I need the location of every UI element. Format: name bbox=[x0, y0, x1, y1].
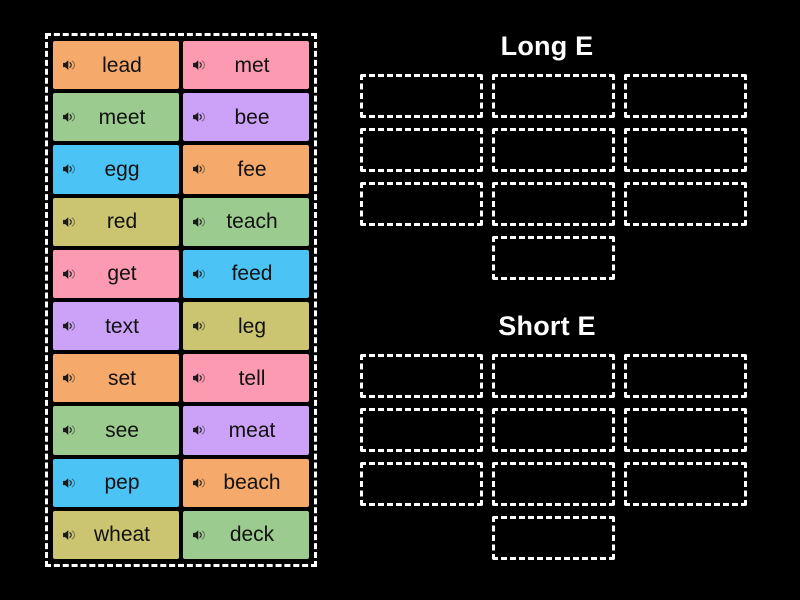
speaker-icon[interactable] bbox=[62, 110, 76, 124]
drop-slot[interactable] bbox=[360, 128, 483, 173]
word-tile[interactable]: beach bbox=[183, 458, 309, 507]
speaker-icon[interactable] bbox=[192, 371, 206, 385]
word-tile-label: meet bbox=[98, 105, 146, 129]
word-tile[interactable]: wheat bbox=[53, 510, 179, 559]
speaker-icon[interactable] bbox=[62, 476, 76, 490]
word-tile-label: leg bbox=[237, 314, 267, 338]
word-tile[interactable]: meat bbox=[183, 406, 309, 455]
word-tile-label: met bbox=[234, 53, 270, 77]
drop-slot[interactable] bbox=[492, 182, 615, 227]
speaker-icon[interactable] bbox=[192, 528, 206, 542]
category-short-e: Short E bbox=[352, 311, 752, 561]
drop-slot[interactable] bbox=[492, 516, 615, 561]
drop-slot[interactable] bbox=[360, 354, 483, 399]
speaker-icon[interactable] bbox=[192, 215, 206, 229]
word-tile[interactable]: meet bbox=[53, 93, 179, 142]
word-tile[interactable]: red bbox=[53, 197, 179, 246]
word-tile[interactable]: get bbox=[53, 249, 179, 298]
word-tile[interactable]: leg bbox=[183, 302, 309, 351]
speaker-icon[interactable] bbox=[192, 110, 206, 124]
speaker-icon[interactable] bbox=[62, 215, 76, 229]
speaker-icon[interactable] bbox=[62, 162, 76, 176]
word-tile[interactable]: egg bbox=[53, 145, 179, 194]
speaker-icon[interactable] bbox=[192, 162, 206, 176]
word-tile-label: bee bbox=[234, 105, 270, 129]
drop-slot[interactable] bbox=[360, 408, 483, 453]
speaker-icon[interactable] bbox=[192, 267, 206, 281]
word-tile[interactable]: teach bbox=[183, 197, 309, 246]
drop-slot[interactable] bbox=[360, 182, 483, 227]
word-tile-label: deck bbox=[229, 523, 275, 547]
speaker-icon[interactable] bbox=[62, 371, 76, 385]
word-tile-label: feed bbox=[231, 262, 273, 286]
word-tile-label: see bbox=[105, 418, 139, 442]
drop-slot[interactable] bbox=[492, 462, 615, 507]
word-tile-label: teach bbox=[226, 210, 278, 234]
speaker-icon[interactable] bbox=[192, 423, 206, 437]
word-tile-label: lead bbox=[102, 53, 142, 77]
drop-slot[interactable] bbox=[624, 462, 747, 507]
speaker-icon[interactable] bbox=[62, 267, 76, 281]
drop-slot[interactable] bbox=[360, 74, 483, 119]
drop-grid-short-e bbox=[360, 354, 752, 507]
word-tile[interactable]: text bbox=[53, 302, 179, 351]
word-tile[interactable]: see bbox=[53, 406, 179, 455]
speaker-icon[interactable] bbox=[62, 528, 76, 542]
drop-slot[interactable] bbox=[624, 128, 747, 173]
word-tile-label: set bbox=[107, 366, 136, 390]
word-tile-label: tell bbox=[238, 366, 266, 390]
drop-slot[interactable] bbox=[492, 128, 615, 173]
speaker-icon[interactable] bbox=[192, 58, 206, 72]
word-tile-label: wheat bbox=[93, 523, 151, 547]
drop-slot[interactable] bbox=[624, 182, 747, 227]
drop-slot[interactable] bbox=[360, 462, 483, 507]
drop-grid-long-e bbox=[360, 74, 752, 227]
word-tile[interactable]: tell bbox=[183, 354, 309, 403]
drop-slot[interactable] bbox=[492, 354, 615, 399]
word-tile-label: meat bbox=[228, 418, 276, 442]
drop-slot[interactable] bbox=[624, 354, 747, 399]
speaker-icon[interactable] bbox=[62, 58, 76, 72]
word-tile-label: egg bbox=[104, 157, 140, 181]
word-tile[interactable]: deck bbox=[183, 510, 309, 559]
category-long-e: Long E bbox=[352, 31, 752, 281]
category-title-short-e: Short E bbox=[498, 311, 596, 341]
word-tile-label: fee bbox=[237, 157, 267, 181]
word-tile-label: pep bbox=[104, 471, 140, 495]
speaker-icon[interactable] bbox=[192, 476, 206, 490]
word-tile[interactable]: feed bbox=[183, 249, 309, 298]
word-bank[interactable]: lead met meet bee egg fee red teach get feed text l… bbox=[45, 33, 317, 567]
speaker-icon[interactable] bbox=[62, 423, 76, 437]
word-tile-label: beach bbox=[223, 471, 281, 495]
drop-slot[interactable] bbox=[624, 408, 747, 453]
category-title-long-e: Long E bbox=[500, 31, 594, 61]
word-tile-label: get bbox=[107, 262, 137, 286]
drop-extra-row-long-e bbox=[360, 236, 752, 281]
speaker-icon[interactable] bbox=[62, 319, 76, 333]
drop-slot[interactable] bbox=[492, 408, 615, 453]
word-tile[interactable]: fee bbox=[183, 145, 309, 194]
word-tile[interactable]: met bbox=[183, 41, 309, 90]
drop-extra-row-short-e bbox=[360, 516, 752, 561]
word-tile[interactable]: pep bbox=[53, 458, 179, 507]
word-tile[interactable]: bee bbox=[183, 93, 309, 142]
drop-slot[interactable] bbox=[624, 74, 747, 119]
speaker-icon[interactable] bbox=[192, 319, 206, 333]
drop-slot[interactable] bbox=[492, 74, 615, 119]
word-tile[interactable]: set bbox=[53, 354, 179, 403]
word-tile-label: text bbox=[105, 314, 139, 338]
word-tile[interactable]: lead bbox=[53, 41, 179, 90]
word-tile-label: red bbox=[106, 210, 138, 234]
drop-slot[interactable] bbox=[492, 236, 615, 281]
